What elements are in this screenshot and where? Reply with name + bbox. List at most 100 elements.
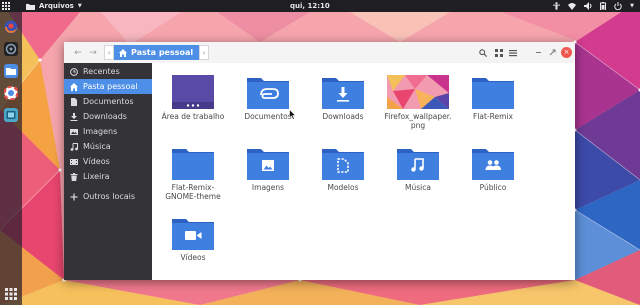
back-button[interactable]: ← bbox=[72, 47, 84, 59]
file-name: Downloads bbox=[322, 112, 364, 121]
path-scroll-left-button[interactable]: ‹ bbox=[104, 45, 114, 60]
dock bbox=[0, 12, 22, 305]
home-icon bbox=[119, 48, 127, 57]
file-item[interactable]: Público bbox=[458, 146, 528, 192]
image-icon bbox=[69, 127, 79, 137]
file-name: Área de trabalho bbox=[161, 112, 225, 121]
home-icon bbox=[69, 82, 79, 92]
menu-button[interactable] bbox=[507, 47, 518, 58]
file-name: Flat-Remix-GNOME-theme bbox=[165, 183, 221, 201]
view-options-button[interactable] bbox=[493, 47, 504, 58]
search-button[interactable] bbox=[477, 47, 488, 58]
show-apps-icon[interactable] bbox=[5, 288, 17, 300]
chevron-down-icon: ▼ bbox=[77, 3, 82, 9]
file-name: Imagens bbox=[251, 183, 285, 192]
folder-icon bbox=[472, 75, 514, 109]
trash-icon bbox=[69, 172, 79, 182]
clock-icon bbox=[69, 67, 79, 77]
sidebar-item-label: Outros locais bbox=[83, 192, 136, 201]
file-name: Público bbox=[479, 183, 507, 192]
file-item[interactable]: Imagens bbox=[233, 146, 303, 192]
activities-button[interactable] bbox=[0, 0, 12, 12]
file-item[interactable]: Música bbox=[383, 146, 453, 192]
download-icon bbox=[69, 112, 79, 122]
file-name: Flat-Remix bbox=[473, 112, 513, 121]
app-menu[interactable]: Arquivos ▼ bbox=[26, 2, 82, 10]
folder-icon bbox=[172, 146, 214, 180]
search-icon bbox=[478, 48, 487, 57]
plus-icon bbox=[69, 192, 79, 202]
sidebar-item-videos[interactable]: Vídeos bbox=[64, 154, 152, 169]
sidebar-item-pasta-pessoal[interactable]: Pasta pessoal bbox=[64, 79, 152, 94]
sidebar-item-imagens[interactable]: Imagens bbox=[64, 124, 152, 139]
sidebar-item-downloads[interactable]: Downloads bbox=[64, 109, 152, 124]
path-bar: ‹ Pasta pessoal › bbox=[104, 45, 210, 60]
mouse-cursor-icon bbox=[289, 109, 296, 120]
file-item[interactable]: Área de trabalho bbox=[158, 75, 228, 121]
sidebar-item-lixeira[interactable]: Lixeira bbox=[64, 169, 152, 184]
maximize-icon bbox=[549, 49, 556, 56]
top-panel: Arquivos ▼ qui, 12:10 ▼ bbox=[0, 0, 640, 12]
grid-view-icon bbox=[494, 48, 503, 57]
file-item[interactable]: Flat-Remix bbox=[458, 75, 528, 121]
music-icon bbox=[69, 142, 79, 152]
file-name: Música bbox=[405, 183, 431, 192]
maximize-button[interactable] bbox=[547, 47, 558, 58]
forward-button[interactable]: → bbox=[87, 47, 99, 59]
sidebar-item-recentes[interactable]: Recentes bbox=[64, 64, 152, 79]
chevron-down-icon: ▼ bbox=[630, 3, 634, 9]
file-name: Modelos bbox=[327, 183, 359, 192]
sidebar-item-label: Imagens bbox=[83, 127, 118, 136]
close-button[interactable]: × bbox=[561, 47, 572, 58]
sidebar-item-outros-locais[interactable]: Outros locais bbox=[64, 189, 152, 204]
accessibility-icon bbox=[553, 2, 561, 10]
chevron-left-icon: ‹ bbox=[107, 49, 111, 57]
minimize-icon bbox=[536, 52, 541, 53]
folder-icon bbox=[26, 3, 35, 10]
videos-folder-icon bbox=[172, 216, 214, 250]
firefox-icon[interactable] bbox=[4, 20, 18, 34]
sidebar-item-musica[interactable]: Música bbox=[64, 139, 152, 154]
minimize-button[interactable] bbox=[533, 47, 544, 58]
files-window: ← → ‹ Pasta pessoal › × Recentes Pasta p… bbox=[64, 42, 575, 280]
path-scroll-right-button[interactable]: › bbox=[199, 45, 210, 60]
sidebar-item-label: Recentes bbox=[83, 67, 120, 76]
app-menu-label: Arquivos bbox=[39, 2, 74, 10]
file-item[interactable]: Downloads bbox=[308, 75, 378, 121]
file-item[interactable]: Firefox_wallpaper.png bbox=[383, 75, 453, 130]
files-icon[interactable] bbox=[4, 64, 18, 78]
sidebar-item-label: Música bbox=[83, 142, 111, 151]
system-tray[interactable]: ▼ bbox=[553, 0, 634, 12]
music-folder-icon bbox=[397, 146, 439, 180]
file-item[interactable]: Vídeos bbox=[158, 216, 228, 262]
sidebar-item-documentos[interactable]: Documentos bbox=[64, 94, 152, 109]
file-grid: Área de trabalho Documentos Downloads Fi… bbox=[152, 63, 575, 280]
document-icon bbox=[69, 97, 79, 107]
screenshot-icon[interactable] bbox=[4, 108, 18, 122]
clock[interactable]: qui, 12:10 bbox=[290, 0, 330, 12]
file-item[interactable]: Modelos bbox=[308, 146, 378, 192]
public-folder-icon bbox=[472, 146, 514, 180]
sidebar: Recentes Pasta pessoal Documentos Downlo… bbox=[64, 63, 152, 280]
path-segment-home[interactable]: Pasta pessoal bbox=[114, 45, 200, 60]
path-segment-label: Pasta pessoal bbox=[131, 48, 194, 57]
sidebar-item-label: Pasta pessoal bbox=[83, 82, 138, 91]
sidebar-item-label: Lixeira bbox=[83, 172, 110, 181]
close-icon: × bbox=[563, 48, 570, 56]
grid-icon bbox=[2, 2, 10, 10]
help-icon[interactable] bbox=[3, 85, 19, 101]
image-thumbnail-icon bbox=[387, 75, 449, 109]
file-name: Vídeos bbox=[180, 253, 206, 262]
terminal-icon[interactable] bbox=[4, 42, 18, 56]
templates-folder-icon bbox=[322, 146, 364, 180]
downloads-folder-icon bbox=[322, 75, 364, 109]
hamburger-icon bbox=[508, 49, 517, 56]
pictures-folder-icon bbox=[247, 146, 289, 180]
volume-icon bbox=[584, 2, 592, 10]
headerbar: ← → ‹ Pasta pessoal › × bbox=[64, 42, 575, 64]
file-item[interactable]: Flat-Remix-GNOME-theme bbox=[158, 146, 228, 201]
chevron-right-icon: › bbox=[202, 49, 206, 57]
desktop-folder-icon bbox=[172, 75, 214, 109]
arrow-left-icon: ← bbox=[74, 48, 82, 58]
sidebar-item-label: Vídeos bbox=[83, 157, 110, 166]
